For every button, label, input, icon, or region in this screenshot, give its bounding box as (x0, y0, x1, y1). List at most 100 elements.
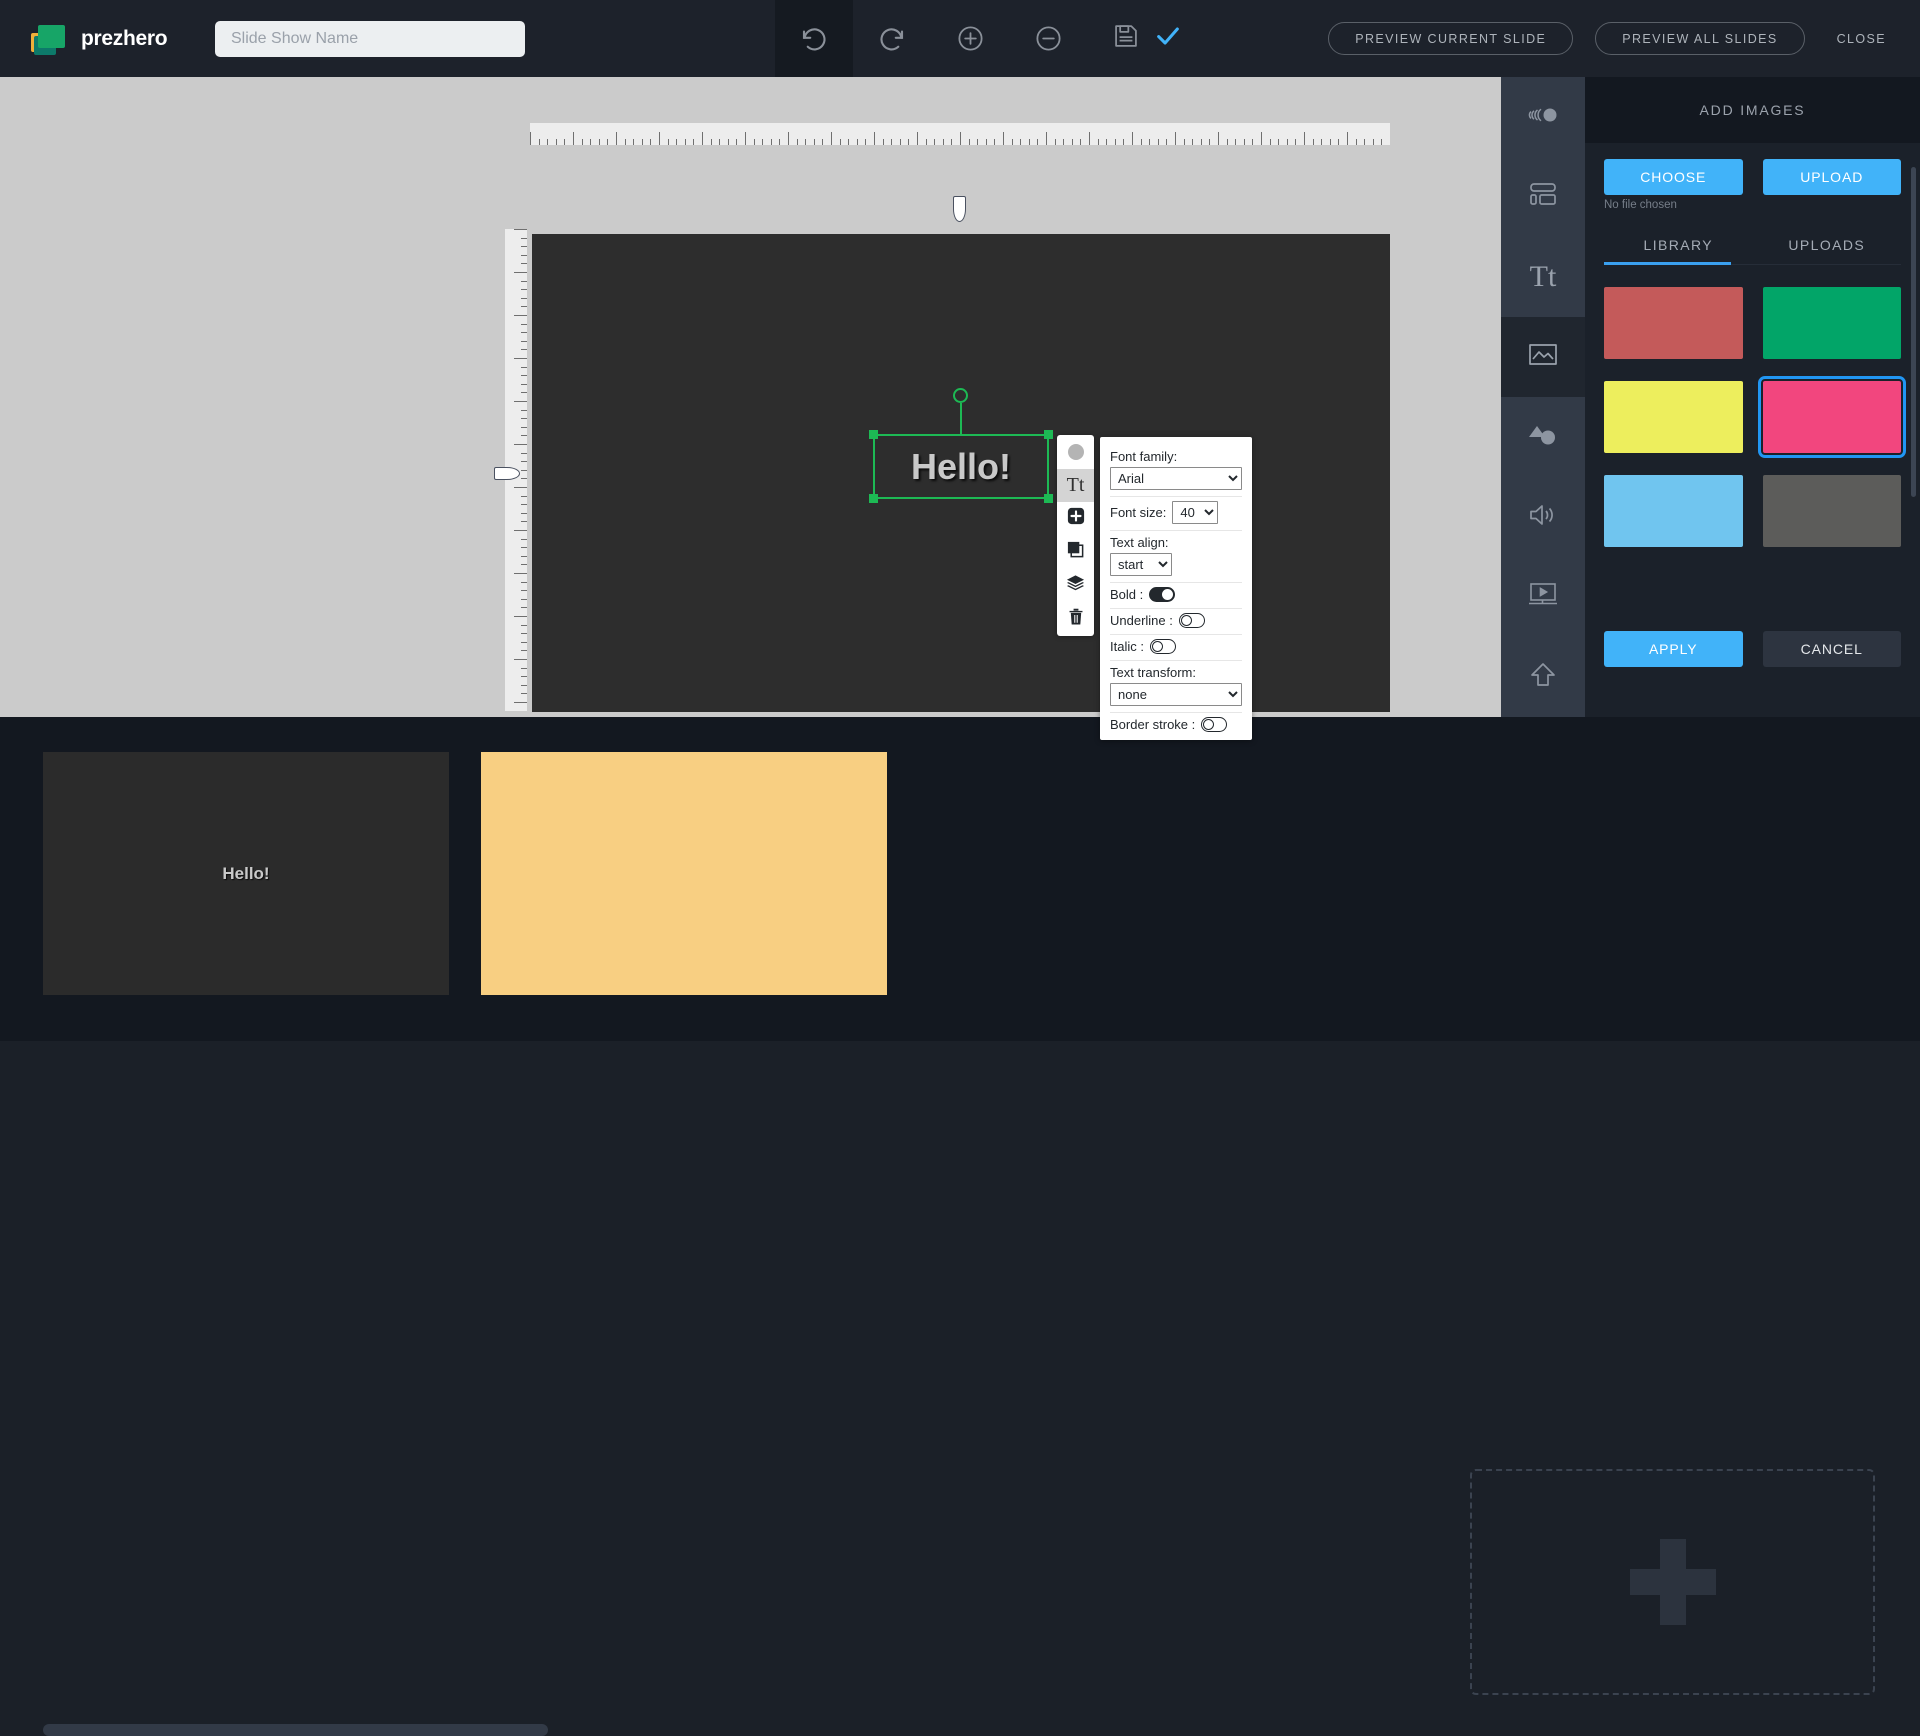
top-bar: prezhero Slide Show Name PREVIEW CURRENT… (0, 0, 1920, 77)
slideshow-name-input[interactable] (215, 20, 525, 57)
sidebar-item-layouts[interactable] (1501, 157, 1585, 237)
text-transform-label: Text transform: (1110, 665, 1196, 680)
text-tt-icon: Tt (1529, 260, 1557, 293)
circle-icon (1067, 443, 1084, 460)
canvas-text-object[interactable]: Hello! (869, 388, 1053, 503)
border-stroke-label: Border stroke : (1110, 717, 1196, 732)
sidebar-item-images[interactable] (1501, 317, 1585, 397)
text-transform-select[interactable]: none (1110, 683, 1242, 706)
layers-button[interactable] (1057, 569, 1094, 603)
sidebar-item-shapes[interactable] (1501, 397, 1585, 477)
library-image-6[interactable] (1762, 475, 1901, 547)
upload-button[interactable]: UPLOAD (1762, 159, 1901, 195)
resize-handle-bottom-right[interactable] (1044, 494, 1053, 503)
panel-body: CHOOSE UPLOAD No file chosen LIBRARY UPL… (1585, 143, 1920, 547)
tool-rail: Tt (1501, 77, 1585, 717)
font-family-select[interactable]: Arial (1110, 467, 1242, 490)
border-stroke-toggle[interactable] (1201, 717, 1228, 732)
text-transform-row: Text transform: none (1110, 661, 1242, 713)
brand-name: prezhero (81, 26, 168, 50)
tab-library[interactable]: LIBRARY (1604, 237, 1753, 265)
redo-button[interactable] (853, 0, 931, 77)
upload-arrow-icon (1529, 662, 1557, 693)
image-icon (1528, 342, 1558, 372)
library-image-3[interactable] (1604, 381, 1743, 453)
slide-filmstrip: Hello! (0, 717, 1920, 1736)
resize-handle-bottom-left[interactable] (869, 494, 878, 503)
saved-indicator (1154, 22, 1182, 55)
horizontal-ruler[interactable] (530, 123, 1390, 145)
font-size-row: Font size: 40 (1110, 497, 1242, 531)
close-button[interactable]: CLOSE (1837, 32, 1886, 46)
preview-current-slide-button[interactable]: PREVIEW CURRENT SLIDE (1328, 22, 1574, 55)
sidebar-item-text[interactable]: Tt (1501, 237, 1585, 317)
library-image-5[interactable] (1604, 475, 1743, 547)
resize-handle-top-left[interactable] (869, 430, 878, 439)
header-actions: PREVIEW CURRENT SLIDE PREVIEW ALL SLIDES… (1328, 0, 1920, 77)
vertical-ruler-handle[interactable] (494, 467, 520, 480)
underline-toggle[interactable] (1178, 613, 1205, 628)
resize-handle-top-right[interactable] (1044, 430, 1053, 439)
brand-logo-group[interactable]: prezhero (30, 22, 180, 56)
tab-uploads[interactable]: UPLOADS (1753, 237, 1902, 264)
cancel-button[interactable]: CANCEL (1762, 631, 1901, 667)
undo-button[interactable] (775, 0, 853, 77)
speaker-icon (1528, 502, 1558, 533)
text-properties-popover: Font family: Arial Font size: 40 Text al… (1100, 437, 1252, 740)
delete-button[interactable] (1057, 603, 1094, 637)
text-align-select[interactable]: start (1110, 553, 1172, 576)
apply-button[interactable]: APPLY (1604, 631, 1743, 667)
duplicate-button[interactable] (1057, 536, 1094, 570)
rotate-handle[interactable] (953, 388, 968, 403)
filmstrip-scrollbar-thumb[interactable] (43, 1724, 548, 1736)
preview-all-slides-button[interactable]: PREVIEW ALL SLIDES (1595, 22, 1805, 55)
library-image-4[interactable] (1757, 376, 1906, 458)
italic-toggle[interactable] (1149, 639, 1176, 654)
slide-thumbnail-1[interactable]: Hello! (43, 752, 449, 995)
horizontal-ruler-handle[interactable] (953, 196, 966, 222)
editor-stage: Hello! Tt Font family: Arial Font size: … (0, 77, 1501, 740)
sidebar-item-audio[interactable] (1501, 477, 1585, 557)
choose-button[interactable]: CHOOSE (1604, 159, 1743, 195)
add-images-panel: ADD IMAGES CHOOSE UPLOAD No file chosen … (1585, 77, 1920, 717)
text-tool-button[interactable]: Tt (1057, 468, 1094, 502)
text-align-row: Text align: start (1110, 531, 1242, 583)
save-button[interactable] (1112, 22, 1140, 55)
panel-footer: APPLY CANCEL (1604, 631, 1901, 667)
bold-label: Bold : (1110, 587, 1144, 602)
sidebar-item-video[interactable] (1501, 557, 1585, 637)
no-file-chosen-text: No file chosen (1604, 199, 1677, 211)
library-image-2[interactable] (1762, 287, 1901, 359)
color-swatch-button[interactable] (1057, 435, 1094, 469)
motion-icon (1526, 104, 1560, 131)
add-element-button[interactable] (1057, 502, 1094, 536)
trash-icon (1067, 607, 1085, 631)
video-icon (1527, 582, 1559, 612)
prezhero-logo-icon (30, 22, 70, 56)
layout-icon (1528, 182, 1558, 213)
library-image-grid (1604, 287, 1906, 547)
shapes-icon (1527, 423, 1559, 452)
undo-icon (799, 24, 829, 54)
redo-icon (877, 24, 907, 54)
slide-thumbnail-1-text: Hello! (222, 863, 270, 883)
sidebar-item-upload[interactable] (1501, 637, 1585, 717)
copy-icon (1066, 540, 1085, 564)
slide-thumbnail-2[interactable] (481, 752, 887, 995)
floppy-disk-icon (1112, 25, 1140, 54)
border-stroke-row: Border stroke : (1110, 713, 1242, 738)
layers-icon (1066, 574, 1085, 598)
italic-row: Italic : (1110, 635, 1242, 661)
text-tt-icon: Tt (1066, 473, 1085, 496)
add-slide-button[interactable] (1470, 1469, 1875, 1695)
zoom-out-button[interactable] (1009, 0, 1087, 77)
panel-tabs: LIBRARY UPLOADS (1604, 237, 1901, 265)
library-image-1[interactable] (1604, 287, 1743, 359)
check-icon (1154, 27, 1182, 54)
sidebar-item-transitions[interactable] (1501, 77, 1585, 157)
zoom-in-button[interactable] (931, 0, 1009, 77)
font-size-select[interactable]: 40 (1172, 501, 1219, 524)
font-size-label: Font size: (1110, 505, 1167, 520)
panel-scrollbar[interactable] (1911, 167, 1916, 497)
bold-toggle[interactable] (1149, 587, 1176, 602)
